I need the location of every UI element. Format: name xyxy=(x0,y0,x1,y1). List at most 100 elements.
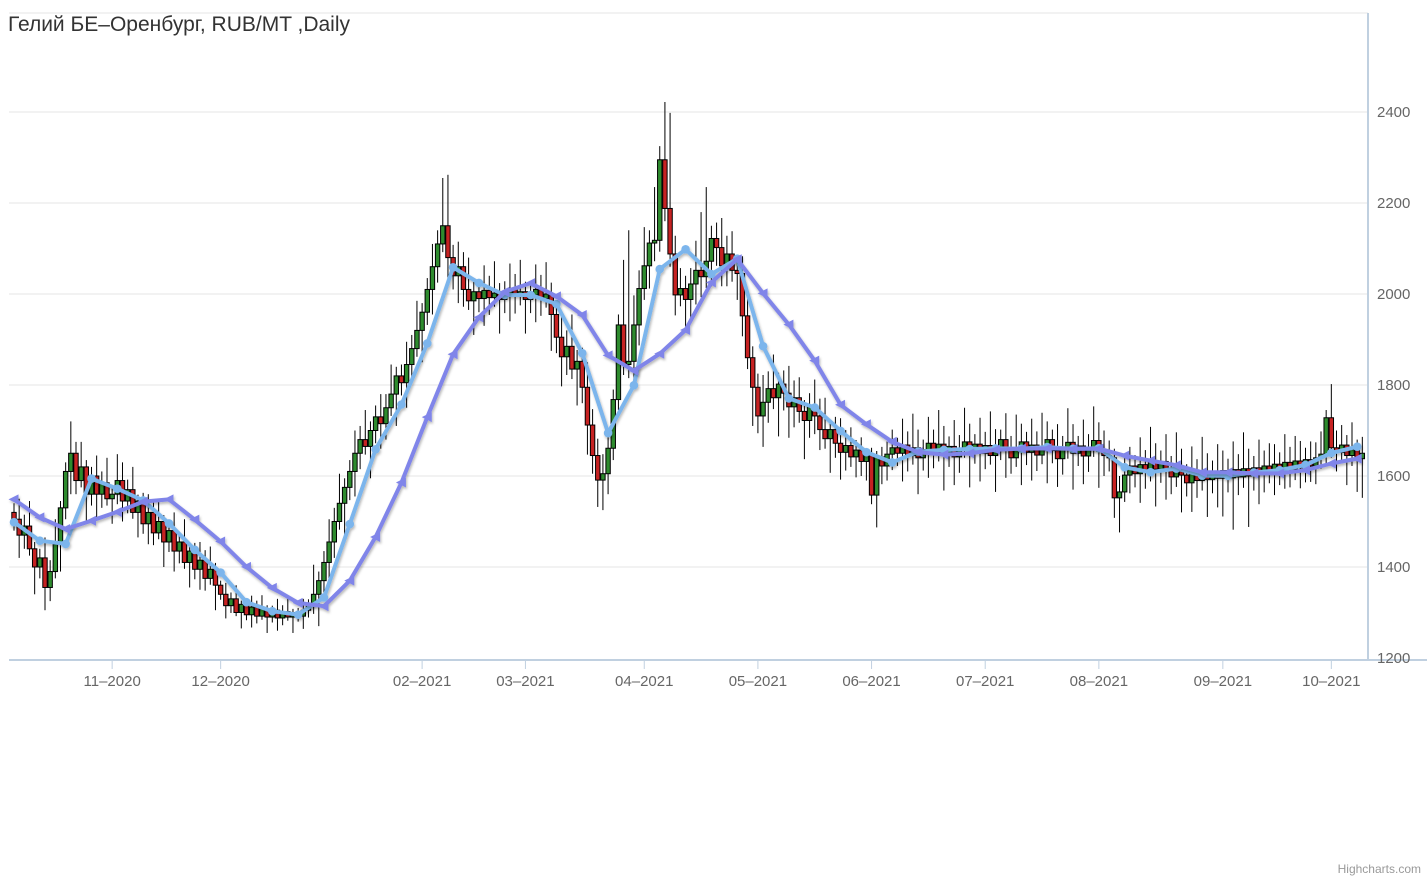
candle-down xyxy=(869,456,873,496)
circle-marker xyxy=(36,536,45,545)
candle-up xyxy=(420,312,424,330)
candle-up xyxy=(435,244,439,267)
circle-marker xyxy=(1120,463,1129,472)
candle-up xyxy=(642,266,646,289)
circle-marker xyxy=(578,349,587,358)
candle-up xyxy=(146,512,150,523)
candle-up xyxy=(48,572,52,588)
candle-down xyxy=(466,289,470,300)
candle-up xyxy=(79,467,83,481)
candle-down xyxy=(1055,451,1059,459)
triangle-marker xyxy=(9,494,19,504)
candle-down xyxy=(182,542,186,562)
candle-up xyxy=(658,160,662,241)
candle-up xyxy=(627,361,631,364)
highcharts-credit-link[interactable]: Highcharts.com xyxy=(1338,862,1421,876)
candle-down xyxy=(172,531,176,551)
candle-down xyxy=(74,453,78,480)
candle-up xyxy=(249,607,253,615)
candle-up xyxy=(441,226,445,244)
circle-marker xyxy=(655,265,664,274)
candle-up xyxy=(425,289,429,312)
candle-down xyxy=(1329,418,1333,448)
candle-up xyxy=(327,542,331,562)
candle-up xyxy=(187,551,191,562)
y-axis-label: 1400 xyxy=(1377,559,1410,576)
circle-marker xyxy=(526,291,535,300)
candle-up xyxy=(575,361,579,369)
circle-marker xyxy=(810,403,819,412)
candle-up xyxy=(565,346,569,356)
circle-marker xyxy=(242,598,251,607)
candle-up xyxy=(177,542,181,551)
candle-up xyxy=(198,560,202,569)
circle-marker xyxy=(294,610,303,619)
circle-marker xyxy=(836,427,845,436)
candle-up xyxy=(332,522,336,542)
x-axis-label: 11–2020 xyxy=(84,673,141,690)
candle-down xyxy=(720,248,724,266)
candle-down xyxy=(570,346,574,369)
y-axis-label: 2200 xyxy=(1377,195,1410,212)
candle-up xyxy=(1324,418,1328,454)
candle-down xyxy=(683,289,687,300)
candle-down xyxy=(895,448,899,453)
y-axis-label: 2000 xyxy=(1377,286,1410,303)
candle-down xyxy=(771,389,775,398)
candle-up xyxy=(229,599,233,606)
candle-up xyxy=(342,487,346,503)
triangle-marker xyxy=(86,516,96,526)
candle-up xyxy=(69,453,73,471)
candle-up xyxy=(167,531,171,542)
y-axis-label: 1600 xyxy=(1377,468,1410,485)
candle-down xyxy=(363,440,367,447)
candle-up xyxy=(156,522,160,533)
circle-marker xyxy=(449,263,458,272)
circle-marker xyxy=(475,279,484,288)
candle-down xyxy=(43,558,47,588)
candle-down xyxy=(802,411,806,420)
candle-down xyxy=(224,594,228,605)
x-axis-label: 09–2021 xyxy=(1194,673,1252,690)
candle-up xyxy=(430,267,434,290)
circle-marker xyxy=(630,381,639,390)
candle-down xyxy=(559,337,563,357)
candle-up xyxy=(208,569,212,578)
candle-up xyxy=(1122,475,1126,492)
candle-up xyxy=(415,330,419,348)
candle-up xyxy=(652,240,656,243)
x-axis-label: 10–2021 xyxy=(1302,673,1360,690)
circle-marker xyxy=(371,445,380,454)
candle-up xyxy=(1350,450,1354,456)
candle-down xyxy=(596,456,600,481)
candle-up xyxy=(1117,492,1121,498)
candle-up xyxy=(389,394,393,408)
circle-marker xyxy=(61,540,70,549)
circle-marker xyxy=(785,394,794,403)
candle-down xyxy=(446,226,450,258)
circle-marker xyxy=(87,474,96,483)
candle-up xyxy=(410,349,414,365)
circle-marker xyxy=(423,339,432,348)
candle-up xyxy=(348,471,352,487)
candle-up xyxy=(694,270,698,284)
y-axis-label: 1800 xyxy=(1377,377,1410,394)
candle-up xyxy=(38,558,42,567)
candle-up xyxy=(317,581,321,595)
candle-down xyxy=(668,208,672,254)
price-plot[interactable]: 11–202012–202002–202103–202104–202105–20… xyxy=(0,0,1427,883)
candle-down xyxy=(621,325,625,365)
circle-marker xyxy=(216,568,225,577)
candle-down xyxy=(580,361,584,387)
candle-down xyxy=(751,358,755,388)
candle-up xyxy=(632,325,636,361)
x-axis-labels: 11–202012–202002–202103–202104–202105–20… xyxy=(84,673,1361,690)
candle-down xyxy=(234,599,238,613)
circle-marker xyxy=(320,593,329,602)
candle-up xyxy=(384,408,388,424)
candle-up xyxy=(890,448,894,454)
candle-up xyxy=(482,290,486,298)
x-axis-label: 05–2021 xyxy=(729,673,787,690)
x-axis-label: 08–2021 xyxy=(1070,673,1128,690)
candle-down xyxy=(849,446,853,457)
